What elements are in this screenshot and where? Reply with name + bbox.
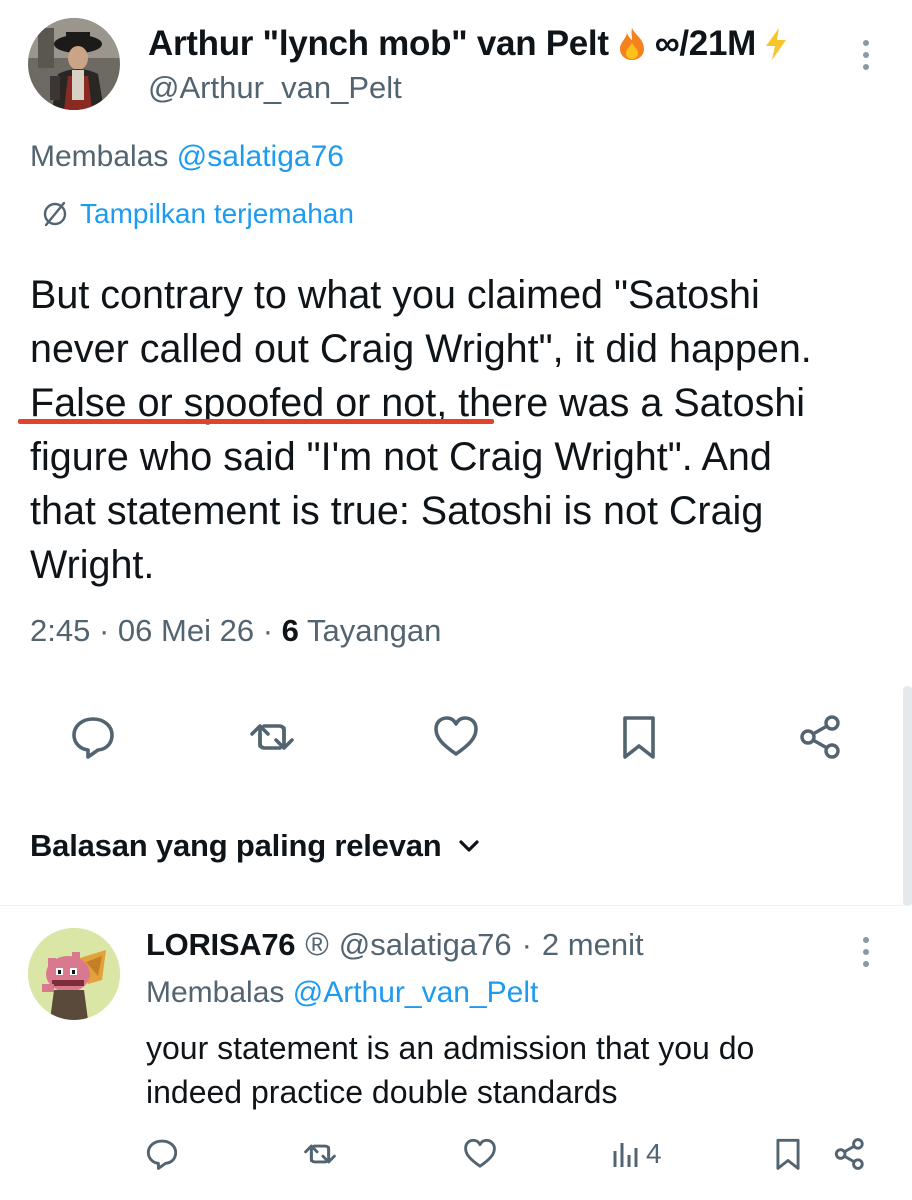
reply-text: your statement is an admission that you … [146,1026,886,1114]
scrollbar[interactable] [903,686,912,906]
tweet-date[interactable]: 06 Mei 26 [118,613,254,648]
tweet-text-line: figure who said "I'm not Craig Wright". … [30,435,772,479]
author-avatar[interactable] [28,18,120,110]
views-label: Tayangan [306,613,442,648]
retweet-icon[interactable] [302,1136,338,1172]
share-icon[interactable] [832,1136,868,1172]
red-underline-annotation [18,419,494,424]
tweet-time[interactable]: 2:45 [30,613,90,648]
like-icon[interactable] [431,712,481,762]
replying-to: Membalas @salatiga76 [30,140,344,174]
meta-separator: · [98,613,110,648]
bookmark-icon[interactable] [770,1136,806,1172]
author-name-row[interactable]: Arthur "lynch mob" van Pelt ∞/21M [148,24,788,64]
author-handle[interactable]: @Arthur_van_Pelt [148,70,402,106]
tweet-text-line: But contrary to what you claimed "Satosh… [30,273,760,317]
tweet-text-line: that statement is true: Satoshi is not C… [30,489,764,533]
replying-prefix: Membalas [146,976,285,1009]
fire-icon [617,27,647,61]
sort-dropdown[interactable]: Balasan yang paling relevan [30,828,480,864]
divider [0,905,912,906]
bookmark-icon[interactable] [614,712,664,762]
reply-actions: 4 [0,1136,912,1180]
reply-time[interactable]: 2 menit [542,927,644,963]
reply-avatar[interactable] [28,928,120,1020]
chevron-down-icon[interactable] [458,838,480,854]
more-icon[interactable] [861,937,871,967]
translate-link[interactable]: Tampilkan terjemahan [42,198,354,230]
name-suffix: ∞/21M [654,24,757,63]
reply-header: LORISA76 ® @salatiga76 · 2 menit [146,926,644,963]
reply-icon[interactable] [144,1136,180,1172]
views-icon [612,1139,640,1169]
retweet-icon[interactable] [247,712,297,762]
reply-text-line: your statement is an admission that you … [146,1030,755,1066]
replying-prefix: Membalas [30,140,169,173]
translate-icon [42,201,68,227]
reply-handle[interactable]: @salatiga76 [339,927,512,963]
replying-to-link[interactable]: @Arthur_van_Pelt [293,976,539,1009]
like-icon[interactable] [462,1136,498,1172]
views-count: 4 [646,1138,662,1169]
views-count: 6 [281,613,299,648]
tweet-text: But contrary to what you claimed "Satosh… [30,268,890,592]
reply-author-name[interactable]: LORISA76 [146,927,296,963]
author-name[interactable]: Arthur "lynch mob" van Pelt [148,24,609,64]
more-icon[interactable] [861,40,871,70]
views-button[interactable]: 4 [612,1138,662,1170]
lightning-icon [764,27,788,61]
reply-replying-to: Membalas @Arthur_van_Pelt [146,976,538,1010]
translate-label[interactable]: Tampilkan terjemahan [80,198,354,230]
tweet-meta: 2:45 · 06 Mei 26 · 6 Tayangan [30,613,441,649]
share-icon[interactable] [796,712,846,762]
meta-separator: · [262,613,274,648]
tweet-text-line: never called out Craig Wright", it did h… [30,327,812,371]
replying-to-link[interactable]: @salatiga76 [177,140,344,173]
reply-text-line: indeed practice double standards [146,1074,618,1110]
reply-icon[interactable] [68,712,118,762]
registered-badge: ® [305,926,329,962]
tweet-actions [0,712,912,772]
sort-label[interactable]: Balasan yang paling relevan [30,828,442,864]
reply-separator: · [521,926,532,962]
tweet-text-line: Wright. [30,543,155,587]
